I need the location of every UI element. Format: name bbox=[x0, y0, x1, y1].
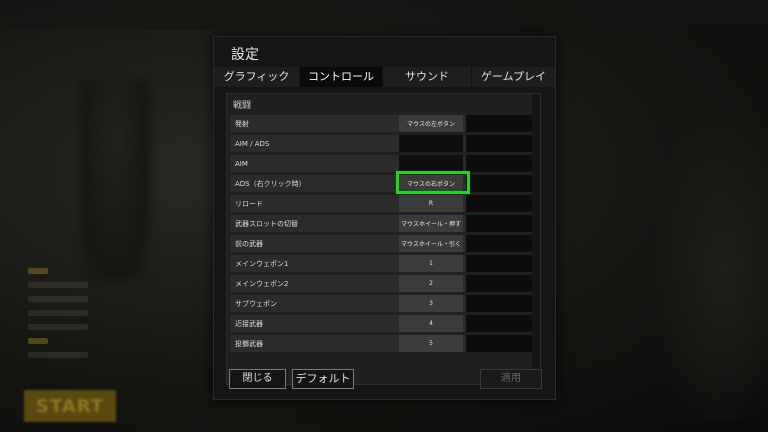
keybind-row-aim-ads: AIM / ADS bbox=[230, 135, 532, 152]
tab-controls[interactable]: コントロール bbox=[300, 67, 383, 87]
secondary-key-slot[interactable] bbox=[466, 335, 532, 352]
primary-key-slot[interactable]: 3 bbox=[399, 295, 463, 312]
keybind-row-main-weapon-2: メインウェポン2 2 bbox=[230, 275, 532, 292]
default-button[interactable]: デフォルト bbox=[292, 369, 354, 389]
secondary-key-slot[interactable] bbox=[466, 135, 532, 152]
dialog-title: 設定 bbox=[231, 47, 259, 63]
keybind-label: 前の武器 bbox=[235, 239, 263, 248]
section-label-combat: 戦闘 bbox=[233, 101, 252, 111]
keybind-label: 発射 bbox=[235, 119, 249, 128]
close-button[interactable]: 閉じる bbox=[229, 369, 286, 389]
panel-scrollbar[interactable] bbox=[532, 94, 540, 384]
start-button: START bbox=[24, 390, 116, 422]
apply-button[interactable]: 適用 bbox=[480, 369, 542, 389]
primary-key-slot[interactable]: 5 bbox=[399, 335, 463, 352]
keybind-row-melee-weapon: 近接武器 4 bbox=[230, 315, 532, 332]
background-scenery bbox=[658, 120, 768, 420]
keybind-row-throwable: 投擲武器 5 bbox=[230, 335, 532, 352]
primary-key-slot[interactable]: マウスホイール・押す bbox=[399, 215, 463, 232]
tab-graphics[interactable]: グラフィック bbox=[214, 67, 300, 87]
tab-sound[interactable]: サウンド bbox=[383, 67, 472, 87]
keybind-panel: 戦闘 発射 マウスの左ボタン AIM / ADS AIM ADS（右クリック時）… bbox=[226, 93, 541, 385]
secondary-key-slot[interactable] bbox=[466, 175, 532, 192]
keybind-label: ADS（右クリック時） bbox=[235, 179, 306, 188]
secondary-key-slot[interactable] bbox=[466, 155, 532, 172]
keybind-label: 投擲武器 bbox=[235, 339, 263, 348]
primary-key-slot[interactable] bbox=[399, 155, 463, 172]
keybind-label: メインウェポン1 bbox=[235, 259, 289, 268]
background-menu bbox=[28, 268, 88, 366]
keybind-row-weapon-switch: 武器スロットの切替 マウスホイール・押す bbox=[230, 215, 532, 232]
secondary-key-slot[interactable] bbox=[466, 195, 532, 212]
primary-key-slot[interactable]: 1 bbox=[399, 255, 463, 272]
secondary-key-slot[interactable] bbox=[466, 255, 532, 272]
keybind-label: 武器スロットの切替 bbox=[235, 219, 298, 228]
keybind-row-fire: 発射 マウスの左ボタン bbox=[230, 115, 532, 132]
primary-key-slot[interactable] bbox=[399, 135, 463, 152]
tab-gameplay[interactable]: ゲームプレイ bbox=[472, 67, 555, 87]
keybind-label: リロード bbox=[235, 199, 263, 208]
keybind-label: AIM bbox=[235, 159, 248, 168]
secondary-key-slot[interactable] bbox=[466, 215, 532, 232]
keybind-row-aim: AIM bbox=[230, 155, 532, 172]
secondary-key-slot[interactable] bbox=[466, 315, 532, 332]
keybind-label: 近接武器 bbox=[235, 319, 263, 328]
primary-key-slot[interactable]: R bbox=[399, 195, 463, 212]
secondary-key-slot[interactable] bbox=[466, 115, 532, 132]
primary-key-slot[interactable]: 4 bbox=[399, 315, 463, 332]
keybind-list: 発射 マウスの左ボタン AIM / ADS AIM ADS（右クリック時） マウ… bbox=[230, 115, 532, 355]
background-top-bar bbox=[0, 0, 768, 30]
keybind-row-ads-right-click: ADS（右クリック時） マウスの右ボタン bbox=[230, 175, 532, 192]
primary-key-slot[interactable]: マウスの右ボタン bbox=[399, 175, 463, 192]
keybind-row-sub-weapon: サブウェポン 3 bbox=[230, 295, 532, 312]
secondary-key-slot[interactable] bbox=[466, 275, 532, 292]
keybind-label: AIM / ADS bbox=[235, 139, 270, 148]
settings-dialog: 設定 グラフィック コントロール サウンド ゲームプレイ 戦闘 発射 マウスの左… bbox=[213, 36, 556, 400]
keybind-label: サブウェポン bbox=[235, 299, 277, 308]
background-tree bbox=[80, 80, 150, 280]
keybind-row-previous-weapon: 前の武器 マウスホイール・引く bbox=[230, 235, 532, 252]
keybind-row-main-weapon-1: メインウェポン1 1 bbox=[230, 255, 532, 272]
secondary-key-slot[interactable] bbox=[466, 235, 532, 252]
settings-tabs: グラフィック コントロール サウンド ゲームプレイ bbox=[214, 67, 555, 87]
keybind-label: メインウェポン2 bbox=[235, 279, 289, 288]
keybind-row-reload: リロード R bbox=[230, 195, 532, 212]
primary-key-slot[interactable]: 2 bbox=[399, 275, 463, 292]
primary-key-slot[interactable]: マウスホイール・引く bbox=[399, 235, 463, 252]
secondary-key-slot[interactable] bbox=[466, 295, 532, 312]
primary-key-slot[interactable]: マウスの左ボタン bbox=[399, 115, 463, 132]
